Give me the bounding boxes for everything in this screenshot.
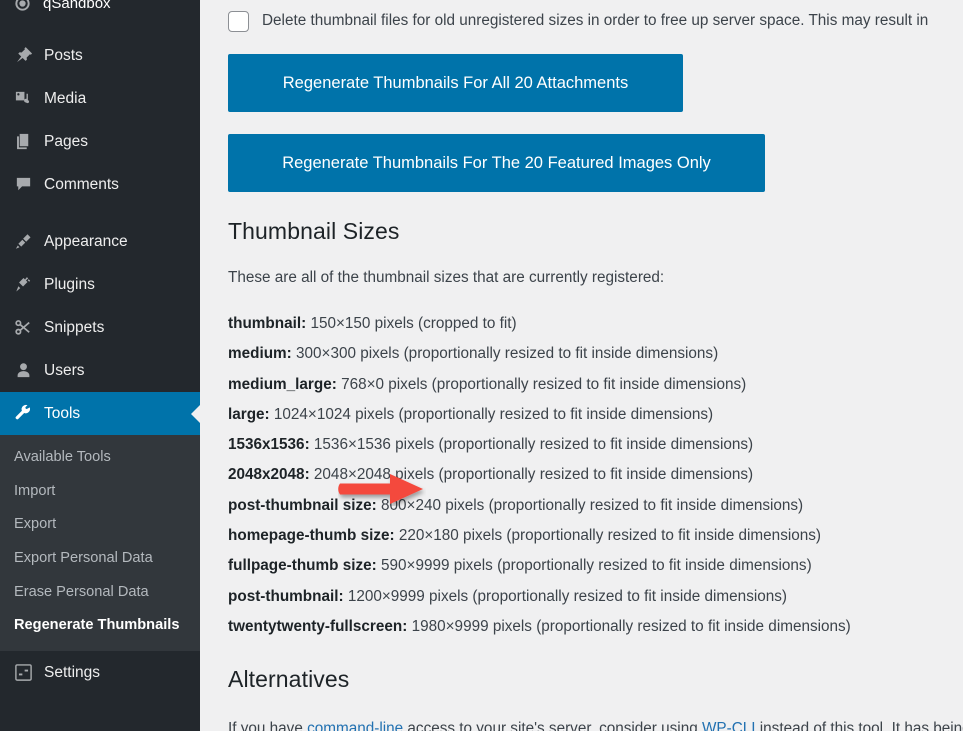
alternatives-text: If you have command-line access to your …	[228, 715, 963, 731]
paintbrush-icon	[12, 231, 34, 253]
comment-icon	[12, 174, 34, 196]
size-entry: 1536x1536: 1536×1536 pixels (proportiona…	[228, 430, 963, 460]
user-icon	[12, 360, 34, 382]
size-name: fullpage-thumb size:	[228, 557, 377, 575]
sidebar-item-settings[interactable]: Settings	[0, 651, 200, 694]
size-entry: fullpage-thumb size: 590×9999 pixels (pr…	[228, 551, 963, 581]
size-name: 2048x2048:	[228, 466, 310, 484]
command-line-link[interactable]: command-line	[307, 720, 403, 731]
regenerate-featured-button[interactable]: Regenerate Thumbnails For The 20 Feature…	[228, 134, 765, 192]
tools-submenu: Available Tools Import Export Export Per…	[0, 435, 200, 652]
sidebar-item-label: Tools	[44, 404, 81, 422]
size-entry-post-thumbnail-size: post-thumbnail size: 800×240 pixels (pro…	[228, 491, 963, 521]
sidebar-item-posts[interactable]: Posts	[0, 34, 200, 77]
size-name: medium_large:	[228, 375, 337, 393]
regenerate-all-button[interactable]: Regenerate Thumbnails For All 20 Attachm…	[228, 54, 683, 112]
sidebar-item-label: Settings	[44, 663, 101, 681]
size-name: post-thumbnail size:	[228, 496, 377, 514]
submenu-item-export[interactable]: Export	[0, 508, 200, 542]
size-entry: medium: 300×300 pixels (proportionally r…	[228, 339, 963, 369]
size-name: homepage-thumb size:	[228, 527, 395, 545]
size-entry: twentytwenty-fullscreen: 1980×9999 pixel…	[228, 612, 963, 642]
admin-sidebar: qSandbox Posts Media Pages Comments Appe…	[0, 0, 200, 731]
size-entry: 2048x2048: 2048×2048 pixels (proportiona…	[228, 460, 963, 490]
thumbnail-sizes-list: thumbnail: 150×150 pixels (cropped to fi…	[228, 309, 963, 642]
delete-thumbnails-row: Delete thumbnail files for old unregiste…	[228, 10, 963, 32]
submenu-item-erase-personal-data[interactable]: Erase Personal Data	[0, 576, 200, 610]
sidebar-item-label: Plugins	[44, 275, 95, 293]
sidebar-item-appearance[interactable]: Appearance	[0, 220, 200, 263]
size-entry: homepage-thumb size: 220×180 pixels (pro…	[228, 521, 963, 551]
sidebar-item-label: Pages	[44, 132, 88, 150]
size-detail: 1200×9999 pixels (proportionally resized…	[347, 587, 787, 605]
size-detail: 220×180 pixels (proportionally resized t…	[398, 527, 821, 545]
size-detail: 150×150 pixels (cropped to fit)	[310, 315, 517, 332]
size-detail: 768×0 pixels (proportionally resized to …	[341, 375, 747, 393]
wp-cli-link[interactable]: WP-CLI	[702, 720, 756, 731]
sidebar-item-plugins[interactable]: Plugins	[0, 263, 200, 306]
size-detail: 1024×1024 pixels (proportionally resized…	[273, 405, 714, 423]
submenu-item-import[interactable]: Import	[0, 475, 200, 509]
delete-thumbnails-label: Delete thumbnail files for old unregiste…	[262, 12, 929, 29]
sidebar-item-label: Users	[44, 361, 85, 379]
size-detail: 800×240 pixels (proportionally resized t…	[380, 496, 804, 514]
menu-spacer-middle	[0, 206, 200, 220]
pin-icon	[12, 45, 34, 67]
size-name: twentytwenty-fullscreen:	[228, 617, 408, 635]
scissors-icon	[12, 317, 34, 339]
pages-icon	[12, 131, 34, 153]
size-detail: 1980×9999 pixels (proportionally resized…	[411, 617, 851, 635]
thumbnail-sizes-intro: These are all of the thumbnail sizes tha…	[228, 269, 665, 286]
submenu-item-available-tools[interactable]: Available Tools	[0, 441, 200, 475]
submenu-item-regenerate-thumbnails[interactable]: Regenerate Thumbnails	[0, 609, 200, 643]
wordpress-gear-icon	[12, 0, 32, 13]
size-name: large:	[228, 405, 270, 423]
submenu-item-export-personal-data[interactable]: Export Personal Data	[0, 542, 200, 576]
sidebar-item-tools[interactable]: Tools	[0, 392, 200, 435]
thumbnail-sizes-heading: Thumbnail Sizes	[228, 218, 400, 244]
menu-spacer-top	[0, 20, 200, 34]
site-title-label: qSandbox	[43, 0, 111, 12]
alternatives-heading: Alternatives	[228, 666, 350, 693]
size-name: 1536x1536:	[228, 436, 310, 454]
size-entry: medium_large: 768×0 pixels (proportional…	[228, 370, 963, 400]
sidebar-item-label: Posts	[44, 46, 83, 64]
delete-thumbnails-checkbox[interactable]	[228, 11, 249, 32]
size-detail: 2048×2048 pixels (proportionally resized…	[313, 466, 754, 484]
main-content: Delete thumbnail files for old unregiste…	[200, 0, 963, 731]
sidebar-item-comments[interactable]: Comments	[0, 163, 200, 206]
size-entry: large: 1024×1024 pixels (proportionally …	[228, 400, 963, 430]
sidebar-item-snippets[interactable]: Snippets	[0, 306, 200, 349]
size-name: medium:	[228, 345, 292, 363]
sidebar-item-label: Appearance	[44, 232, 128, 250]
size-detail: 590×9999 pixels (proportionally resized …	[380, 557, 812, 575]
alt-mid: access to your site's server, consider u…	[403, 720, 702, 731]
sidebar-item-pages[interactable]: Pages	[0, 120, 200, 163]
sidebar-item-label: Comments	[44, 175, 119, 193]
sidebar-item-media[interactable]: Media	[0, 77, 200, 120]
content-inner: Delete thumbnail files for old unregiste…	[228, 0, 963, 731]
alt-suffix: instead of this tool. It has	[755, 720, 929, 731]
sidebar-item-users[interactable]: Users	[0, 349, 200, 392]
size-detail: 1536×1536 pixels (proportionally resized…	[313, 436, 754, 454]
size-entry: thumbnail: 150×150 pixels (cropped to fi…	[228, 309, 963, 339]
alt-prefix: If you have	[228, 720, 308, 731]
plug-icon	[12, 274, 34, 296]
sidebar-item-label: Snippets	[44, 318, 105, 336]
size-name: thumbnail:	[228, 315, 307, 332]
media-icon	[12, 88, 34, 110]
sidebar-item-label: Media	[44, 89, 87, 107]
site-title[interactable]: qSandbox	[0, 0, 200, 20]
size-entry: post-thumbnail: 1200×9999 pixels (propor…	[228, 582, 963, 612]
size-name: post-thumbnail:	[228, 587, 344, 605]
sliders-icon	[12, 662, 34, 684]
admin-screen: qSandbox Posts Media Pages Comments Appe…	[0, 0, 963, 731]
wrench-icon	[12, 403, 34, 425]
size-detail: 300×300 pixels (proportionally resized t…	[296, 345, 719, 363]
